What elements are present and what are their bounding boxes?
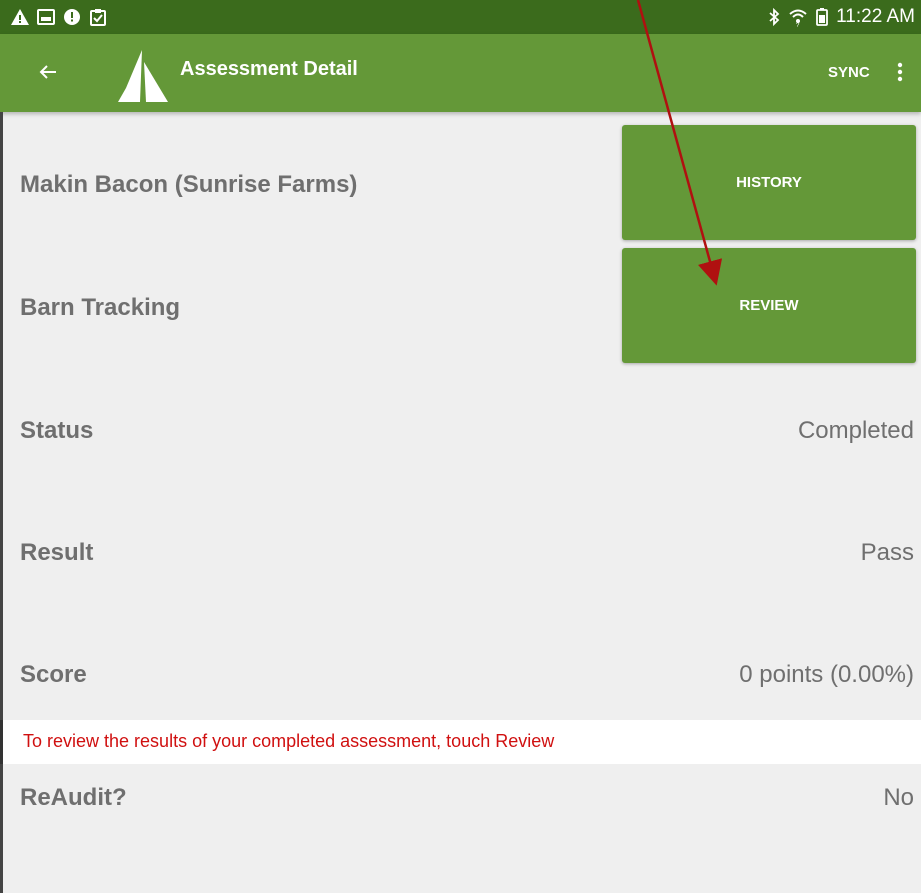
status-value: Completed — [797, 417, 914, 444]
score-label: Score — [20, 661, 87, 688]
result-label: Result — [20, 539, 94, 566]
overflow-menu-button[interactable] — [886, 58, 914, 90]
sail-logo-icon — [112, 48, 170, 104]
status-label: Status — [20, 417, 94, 444]
alert-icon — [62, 7, 82, 27]
more-vert-icon — [896, 62, 904, 87]
farm-name: Makin Bacon (Sunrise Farms) — [20, 171, 358, 198]
app-bar: Assessment Detail SYNC — [0, 34, 921, 112]
svg-text:?: ? — [796, 23, 800, 27]
clipboard-icon — [88, 7, 108, 27]
wifi-icon: ? — [788, 7, 808, 27]
reaudit-label: ReAudit? — [20, 784, 127, 811]
annotation-callout: To review the results of your completed … — [0, 720, 921, 764]
sync-button[interactable]: SYNC — [828, 64, 870, 81]
gallery-icon — [36, 7, 56, 27]
status-bar: ? 11:22 AM — [0, 0, 921, 34]
arrow-left-icon — [38, 62, 58, 87]
assessment-name: Barn Tracking — [20, 294, 181, 321]
score-value: 0 points (0.00%) — [739, 661, 914, 688]
battery-icon — [812, 7, 832, 27]
annotation-border — [0, 112, 3, 893]
reaudit-value: No — [883, 784, 914, 811]
page-title: Assessment Detail — [180, 58, 358, 80]
annotation-text: To review the results of your completed … — [23, 731, 555, 751]
back-button[interactable] — [28, 54, 68, 94]
result-value: Pass — [860, 539, 914, 566]
warning-icon — [10, 7, 30, 27]
clock-time: 11:22 AM — [836, 6, 915, 27]
bluetooth-icon — [764, 7, 784, 27]
history-button[interactable]: HISTORY — [622, 125, 916, 240]
status-right: ? 11:22 AM — [764, 4, 915, 30]
notification-icons — [10, 6, 108, 28]
review-button[interactable]: REVIEW — [622, 248, 916, 363]
